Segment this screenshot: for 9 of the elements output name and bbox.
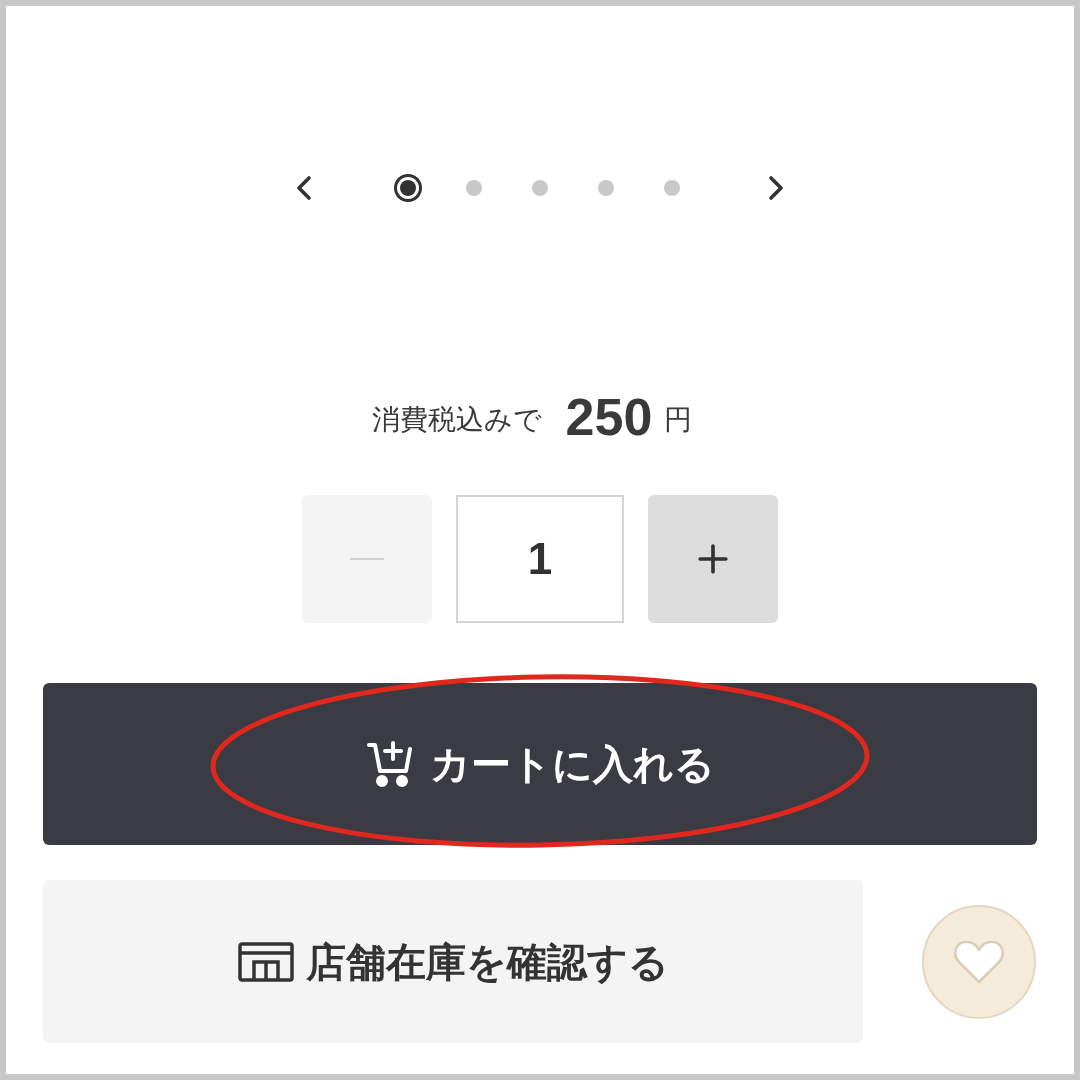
price-unit: 円 (664, 402, 693, 438)
price-amount: 250 (565, 391, 653, 443)
check-store-stock-button[interactable]: 店舗在庫を確認する (43, 880, 863, 1043)
minus-icon (350, 558, 384, 560)
quantity-field[interactable]: 1 (456, 495, 624, 623)
storefront-icon (237, 941, 294, 982)
price-label: 消費税込みで (371, 402, 542, 438)
add-to-cart-button[interactable]: カートに入れる (43, 683, 1037, 845)
increment-button[interactable] (648, 495, 778, 623)
